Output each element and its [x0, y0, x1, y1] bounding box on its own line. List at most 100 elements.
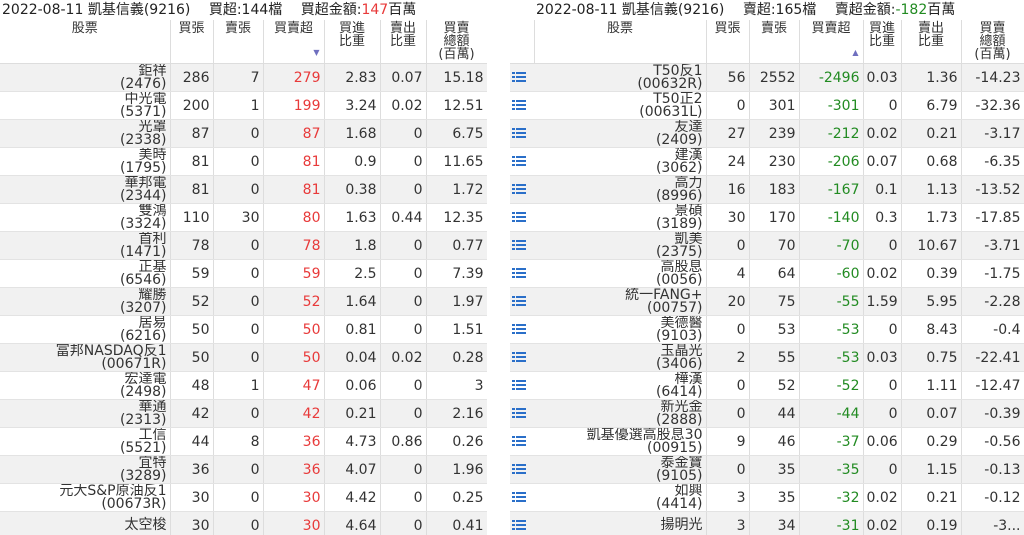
- row-menu-cell[interactable]: [510, 399, 534, 428]
- table-row[interactable]: 元大S&P原油反1 (00673R) 30 0 30 4.42 0 0.25: [0, 483, 487, 512]
- stock-name-cell[interactable]: 宜特 (3289): [0, 455, 171, 484]
- stock-name[interactable]: 揚明光: [537, 518, 703, 532]
- table-row[interactable]: 耀勝 (3207) 52 0 52 1.64 0 1.97: [0, 287, 487, 316]
- table-row[interactable]: 華邦電 (2344) 81 0 81 0.38 0 1.72: [0, 175, 487, 204]
- stock-name-cell[interactable]: T50正2 (00631L): [534, 91, 707, 120]
- row-menu-cell[interactable]: [510, 63, 534, 92]
- col-header-sell[interactable]: 賣張: [749, 20, 800, 64]
- table-row[interactable]: 如興 (4414) 3 35 -32 0.02 0.21 -0.12: [510, 483, 1024, 512]
- stock-name-cell[interactable]: 太空梭: [0, 511, 171, 535]
- row-menu-cell[interactable]: [510, 175, 534, 204]
- stock-name-cell[interactable]: 高力 (8996): [534, 175, 707, 204]
- list-icon[interactable]: [512, 491, 526, 503]
- table-row[interactable]: 高股息 (0056) 4 64 -60 0.02 0.39 -1.75: [510, 259, 1024, 288]
- row-menu-cell[interactable]: [510, 371, 534, 400]
- table-row[interactable]: 太空梭 30 0 30 4.64 0 0.41: [0, 511, 487, 535]
- table-row[interactable]: 統一FANG+ (00757) 20 75 -55 1.59 5.95 -2.28: [510, 287, 1024, 316]
- stock-name-cell[interactable]: 玉晶光 (3406): [534, 343, 707, 372]
- stock-name-cell[interactable]: 正基 (6546): [0, 259, 171, 288]
- table-row[interactable]: 泰金寶 (9105) 0 35 -35 0 1.15 -0.13: [510, 455, 1024, 484]
- row-menu-cell[interactable]: [510, 483, 534, 512]
- table-row[interactable]: 玉晶光 (3406) 2 55 -53 0.03 0.75 -22.41: [510, 343, 1024, 372]
- stock-name-cell[interactable]: 富邦NASDAQ反1 (00671R): [0, 343, 171, 372]
- stock-name-cell[interactable]: 建漢 (3062): [534, 147, 707, 176]
- col-header-sell-ratio[interactable]: 賣出 比重: [380, 20, 427, 64]
- stock-name-cell[interactable]: 樺漢 (6414): [534, 371, 707, 400]
- table-row[interactable]: 新光金 (2888) 0 44 -44 0 0.07 -0.39: [510, 399, 1024, 428]
- table-row[interactable]: 美時 (1795) 81 0 81 0.9 0 11.65: [0, 147, 487, 176]
- table-row[interactable]: 富邦NASDAQ反1 (00671R) 50 0 50 0.04 0.02 0.28: [0, 343, 487, 372]
- table-row[interactable]: 景碩 (3189) 30 170 -140 0.3 1.73 -17.85: [510, 203, 1024, 232]
- col-header-sell[interactable]: 賣張: [213, 20, 264, 64]
- list-icon[interactable]: [512, 295, 526, 307]
- stock-name-cell[interactable]: T50反1 (00632R): [534, 63, 707, 92]
- col-header-total[interactable]: 買賣 總額 (百萬): [426, 20, 487, 64]
- stock-name-cell[interactable]: 美時 (1795): [0, 147, 171, 176]
- table-row[interactable]: 首利 (1471) 78 0 78 1.8 0 0.77: [0, 231, 487, 260]
- table-row[interactable]: 美德醫 (9103) 0 53 -53 0 8.43 -0.4: [510, 315, 1024, 344]
- stock-name-cell[interactable]: 泰金寶 (9105): [534, 455, 707, 484]
- table-row[interactable]: 凱美 (2375) 0 70 -70 0 10.67 -3.71: [510, 231, 1024, 260]
- list-icon[interactable]: [512, 239, 526, 251]
- stock-name-cell[interactable]: 耀勝 (3207): [0, 287, 171, 316]
- stock-name-cell[interactable]: 凱基優選高股息30 (00915): [534, 427, 707, 456]
- stock-name-cell[interactable]: 居易 (6216): [0, 315, 171, 344]
- stock-name-cell[interactable]: 中光電 (5371): [0, 91, 171, 120]
- stock-name-cell[interactable]: 統一FANG+ (00757): [534, 287, 707, 316]
- col-header-buy[interactable]: 買張: [706, 20, 750, 64]
- stock-name-cell[interactable]: 美德醫 (9103): [534, 315, 707, 344]
- table-row[interactable]: 中光電 (5371) 200 1 199 3.24 0.02 12.51: [0, 91, 487, 120]
- list-icon[interactable]: [512, 407, 526, 419]
- col-header-buy[interactable]: 買張: [170, 20, 214, 64]
- table-row[interactable]: T50正2 (00631L) 0 301 -301 0 6.79 -32.36: [510, 91, 1024, 120]
- table-row[interactable]: 建漢 (3062) 24 230 -206 0.07 0.68 -6.35: [510, 147, 1024, 176]
- table-row[interactable]: 雙鴻 (3324) 110 30 80 1.63 0.44 12.35: [0, 203, 487, 232]
- table-row[interactable]: 鉅祥 (2476) 286 7 279 2.83 0.07 15.18: [0, 63, 487, 92]
- list-icon[interactable]: [512, 379, 526, 391]
- table-row[interactable]: 友達 (2409) 27 239 -212 0.02 0.21 -3.17: [510, 119, 1024, 148]
- row-menu-cell[interactable]: [510, 119, 534, 148]
- row-menu-cell[interactable]: [510, 287, 534, 316]
- list-icon[interactable]: [512, 463, 526, 475]
- col-header-stock[interactable]: 股票: [0, 20, 171, 64]
- list-icon[interactable]: [512, 99, 526, 111]
- row-menu-cell[interactable]: [510, 259, 534, 288]
- col-header-stock[interactable]: 股票: [534, 20, 707, 64]
- table-row[interactable]: 樺漢 (6414) 0 52 -52 0 1.11 -12.47: [510, 371, 1024, 400]
- row-menu-cell[interactable]: [510, 91, 534, 120]
- list-icon[interactable]: [512, 183, 526, 195]
- stock-name-cell[interactable]: 華通 (2313): [0, 399, 171, 428]
- list-icon[interactable]: [512, 211, 526, 223]
- stock-name-cell[interactable]: 高股息 (0056): [534, 259, 707, 288]
- stock-name-cell[interactable]: 鉅祥 (2476): [0, 63, 171, 92]
- list-icon[interactable]: [512, 267, 526, 279]
- col-header-net[interactable]: 買賣超 ▼: [263, 20, 325, 64]
- row-menu-cell[interactable]: [510, 203, 534, 232]
- col-header-buy-ratio[interactable]: 買進 比重: [324, 20, 381, 64]
- stock-name-cell[interactable]: 新光金 (2888): [534, 399, 707, 428]
- stock-name-cell[interactable]: 景碩 (3189): [534, 203, 707, 232]
- row-menu-cell[interactable]: [510, 147, 534, 176]
- row-menu-cell[interactable]: [510, 343, 534, 372]
- row-menu-cell[interactable]: [510, 315, 534, 344]
- col-header-total[interactable]: 買賣 總額 (百萬): [961, 20, 1024, 64]
- stock-name-cell[interactable]: 友達 (2409): [534, 119, 707, 148]
- stock-name-cell[interactable]: 首利 (1471): [0, 231, 171, 260]
- table-row[interactable]: 凱基優選高股息30 (00915) 9 46 -37 0.06 0.29 -0.56: [510, 427, 1024, 456]
- row-menu-cell[interactable]: [510, 511, 534, 535]
- stock-name-cell[interactable]: 雙鴻 (3324): [0, 203, 171, 232]
- col-header-buy-ratio[interactable]: 買進 比重: [863, 20, 902, 64]
- stock-name-cell[interactable]: 揚明光: [534, 511, 707, 535]
- stock-name-cell[interactable]: 凱美 (2375): [534, 231, 707, 260]
- stock-name-cell[interactable]: 工信 (5521): [0, 427, 171, 456]
- row-menu-cell[interactable]: [510, 427, 534, 456]
- list-icon[interactable]: [512, 519, 526, 531]
- table-row[interactable]: 工信 (5521) 44 8 36 4.73 0.86 0.26: [0, 427, 487, 456]
- col-header-net[interactable]: 買賣超 ▲: [799, 20, 864, 64]
- list-icon[interactable]: [512, 323, 526, 335]
- stock-name-cell[interactable]: 如興 (4414): [534, 483, 707, 512]
- table-row[interactable]: 高力 (8996) 16 183 -167 0.1 1.13 -13.52: [510, 175, 1024, 204]
- table-row[interactable]: 宏達電 (2498) 48 1 47 0.06 0 3: [0, 371, 487, 400]
- list-icon[interactable]: [512, 351, 526, 363]
- table-row[interactable]: 正基 (6546) 59 0 59 2.5 0 7.39: [0, 259, 487, 288]
